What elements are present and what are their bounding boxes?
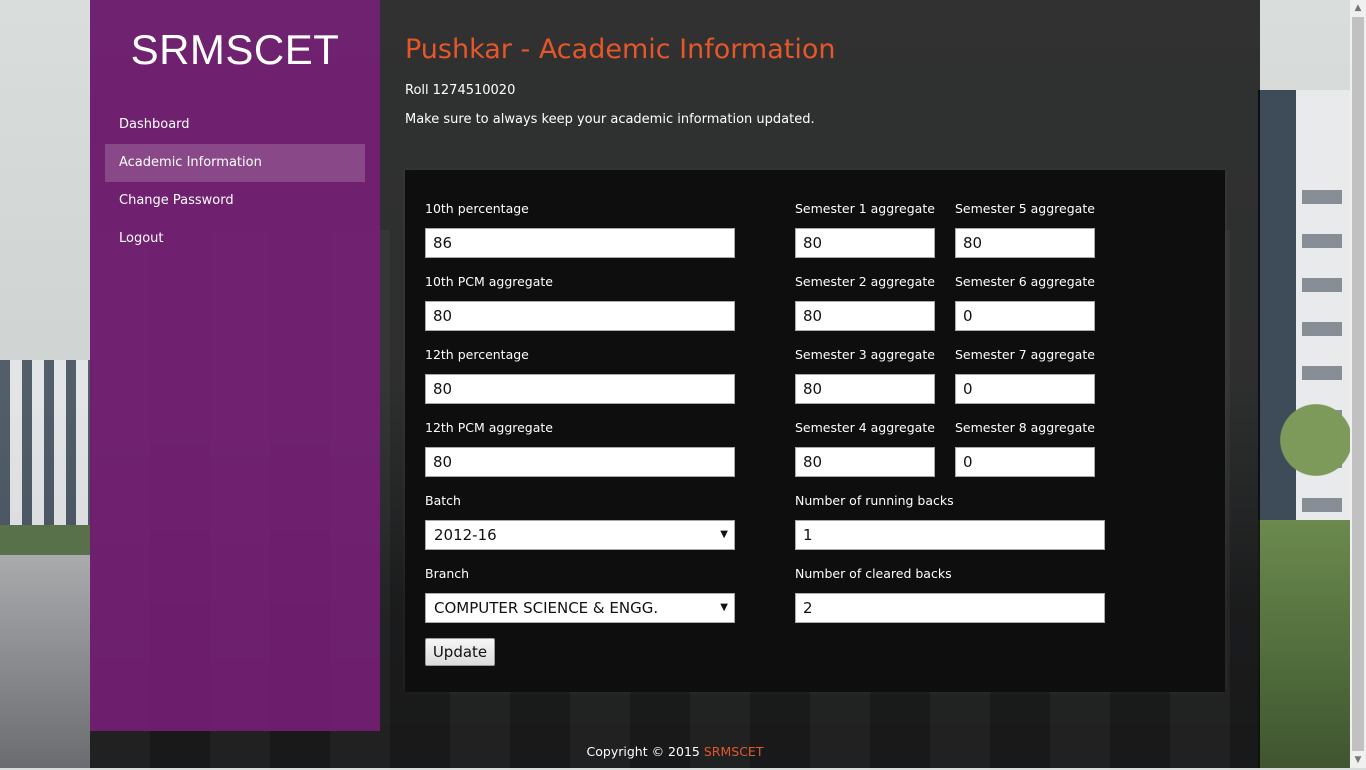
page-title: Pushkar - Academic Information xyxy=(405,34,836,65)
sem8-input[interactable]: 0 xyxy=(955,447,1095,477)
dropdown-arrow-icon: ▼ xyxy=(720,602,728,613)
info-hint: Make sure to always keep your academic i… xyxy=(405,112,815,127)
running-backs-label: Number of running backs xyxy=(795,493,954,508)
sidebar: SRMSCET Dashboard Academic Information C… xyxy=(90,0,380,731)
sem5-input[interactable]: 80 xyxy=(955,228,1095,258)
twelfth-percentage-input[interactable]: 80 xyxy=(425,374,735,404)
twelfth-pcm-label: 12th PCM aggregate xyxy=(425,420,553,435)
roll-label: Roll xyxy=(405,83,429,98)
background-building-left xyxy=(0,360,92,530)
footer-brand-link[interactable]: SRMSCET xyxy=(704,744,764,759)
tenth-pcm-label: 10th PCM aggregate xyxy=(425,274,553,289)
sidebar-item-academic-information[interactable]: Academic Information xyxy=(105,144,365,182)
background-tree-right xyxy=(1262,370,1352,510)
sidebar-item-logout[interactable]: Logout xyxy=(105,220,365,258)
sem6-input[interactable]: 0 xyxy=(955,301,1095,331)
branch-label: Branch xyxy=(425,566,470,581)
brand-logo-text: SRMSCET xyxy=(130,26,340,73)
footer: Copyright © 2015 SRMSCET xyxy=(90,744,1260,759)
update-button[interactable]: Update xyxy=(425,638,495,666)
tenth-percentage-label: 10th percentage xyxy=(425,201,529,216)
sidebar-item-change-password[interactable]: Change Password xyxy=(105,182,365,220)
copyright-text: Copyright © 2015 xyxy=(586,744,700,759)
scroll-down-arrow-icon[interactable]: ▼ xyxy=(1350,752,1366,768)
batch-label: Batch xyxy=(425,493,461,508)
sem5-label: Semester 5 aggregate xyxy=(955,201,1095,216)
background-road-left xyxy=(0,555,92,768)
sem8-label: Semester 8 aggregate xyxy=(955,420,1095,435)
background-trees-right xyxy=(1258,520,1350,768)
roll-value: 1274510020 xyxy=(432,83,516,98)
roll-number: Roll 1274510020 xyxy=(405,83,515,98)
cleared-backs-input[interactable]: 2 xyxy=(795,593,1105,623)
sem2-label: Semester 2 aggregate xyxy=(795,274,935,289)
branch-select[interactable]: COMPUTER SCIENCE & ENGG. ▼ xyxy=(425,593,735,623)
running-backs-input[interactable]: 1 xyxy=(795,520,1105,550)
scrollbar-thumb[interactable] xyxy=(1352,17,1364,751)
sem2-input[interactable]: 80 xyxy=(795,301,935,331)
sem1-input[interactable]: 80 xyxy=(795,228,935,258)
sem7-input[interactable]: 0 xyxy=(955,374,1095,404)
sem3-input[interactable]: 80 xyxy=(795,374,935,404)
dropdown-arrow-icon: ▼ xyxy=(720,529,728,540)
branch-selected-value: COMPUTER SCIENCE & ENGG. xyxy=(434,599,659,617)
sem6-label: Semester 6 aggregate xyxy=(955,274,1095,289)
twelfth-percentage-label: 12th percentage xyxy=(425,347,529,362)
sem3-label: Semester 3 aggregate xyxy=(795,347,935,362)
cleared-backs-label: Number of cleared backs xyxy=(795,566,952,581)
background-grass-left xyxy=(0,525,92,555)
sidebar-item-dashboard[interactable]: Dashboard xyxy=(105,106,365,144)
batch-selected-value: 2012-16 xyxy=(434,526,497,544)
tenth-pcm-input[interactable]: 80 xyxy=(425,301,735,331)
tenth-percentage-input[interactable]: 86 xyxy=(425,228,735,258)
sem7-label: Semester 7 aggregate xyxy=(955,347,1095,362)
sem4-label: Semester 4 aggregate xyxy=(795,420,935,435)
sem1-label: Semester 1 aggregate xyxy=(795,201,935,216)
twelfth-pcm-input[interactable]: 80 xyxy=(425,447,735,477)
batch-select[interactable]: 2012-16 ▼ xyxy=(425,520,735,550)
sem4-input[interactable]: 80 xyxy=(795,447,935,477)
sidebar-nav: Dashboard Academic Information Change Pa… xyxy=(105,106,365,258)
scroll-up-arrow-icon[interactable]: ▲ xyxy=(1350,0,1366,16)
